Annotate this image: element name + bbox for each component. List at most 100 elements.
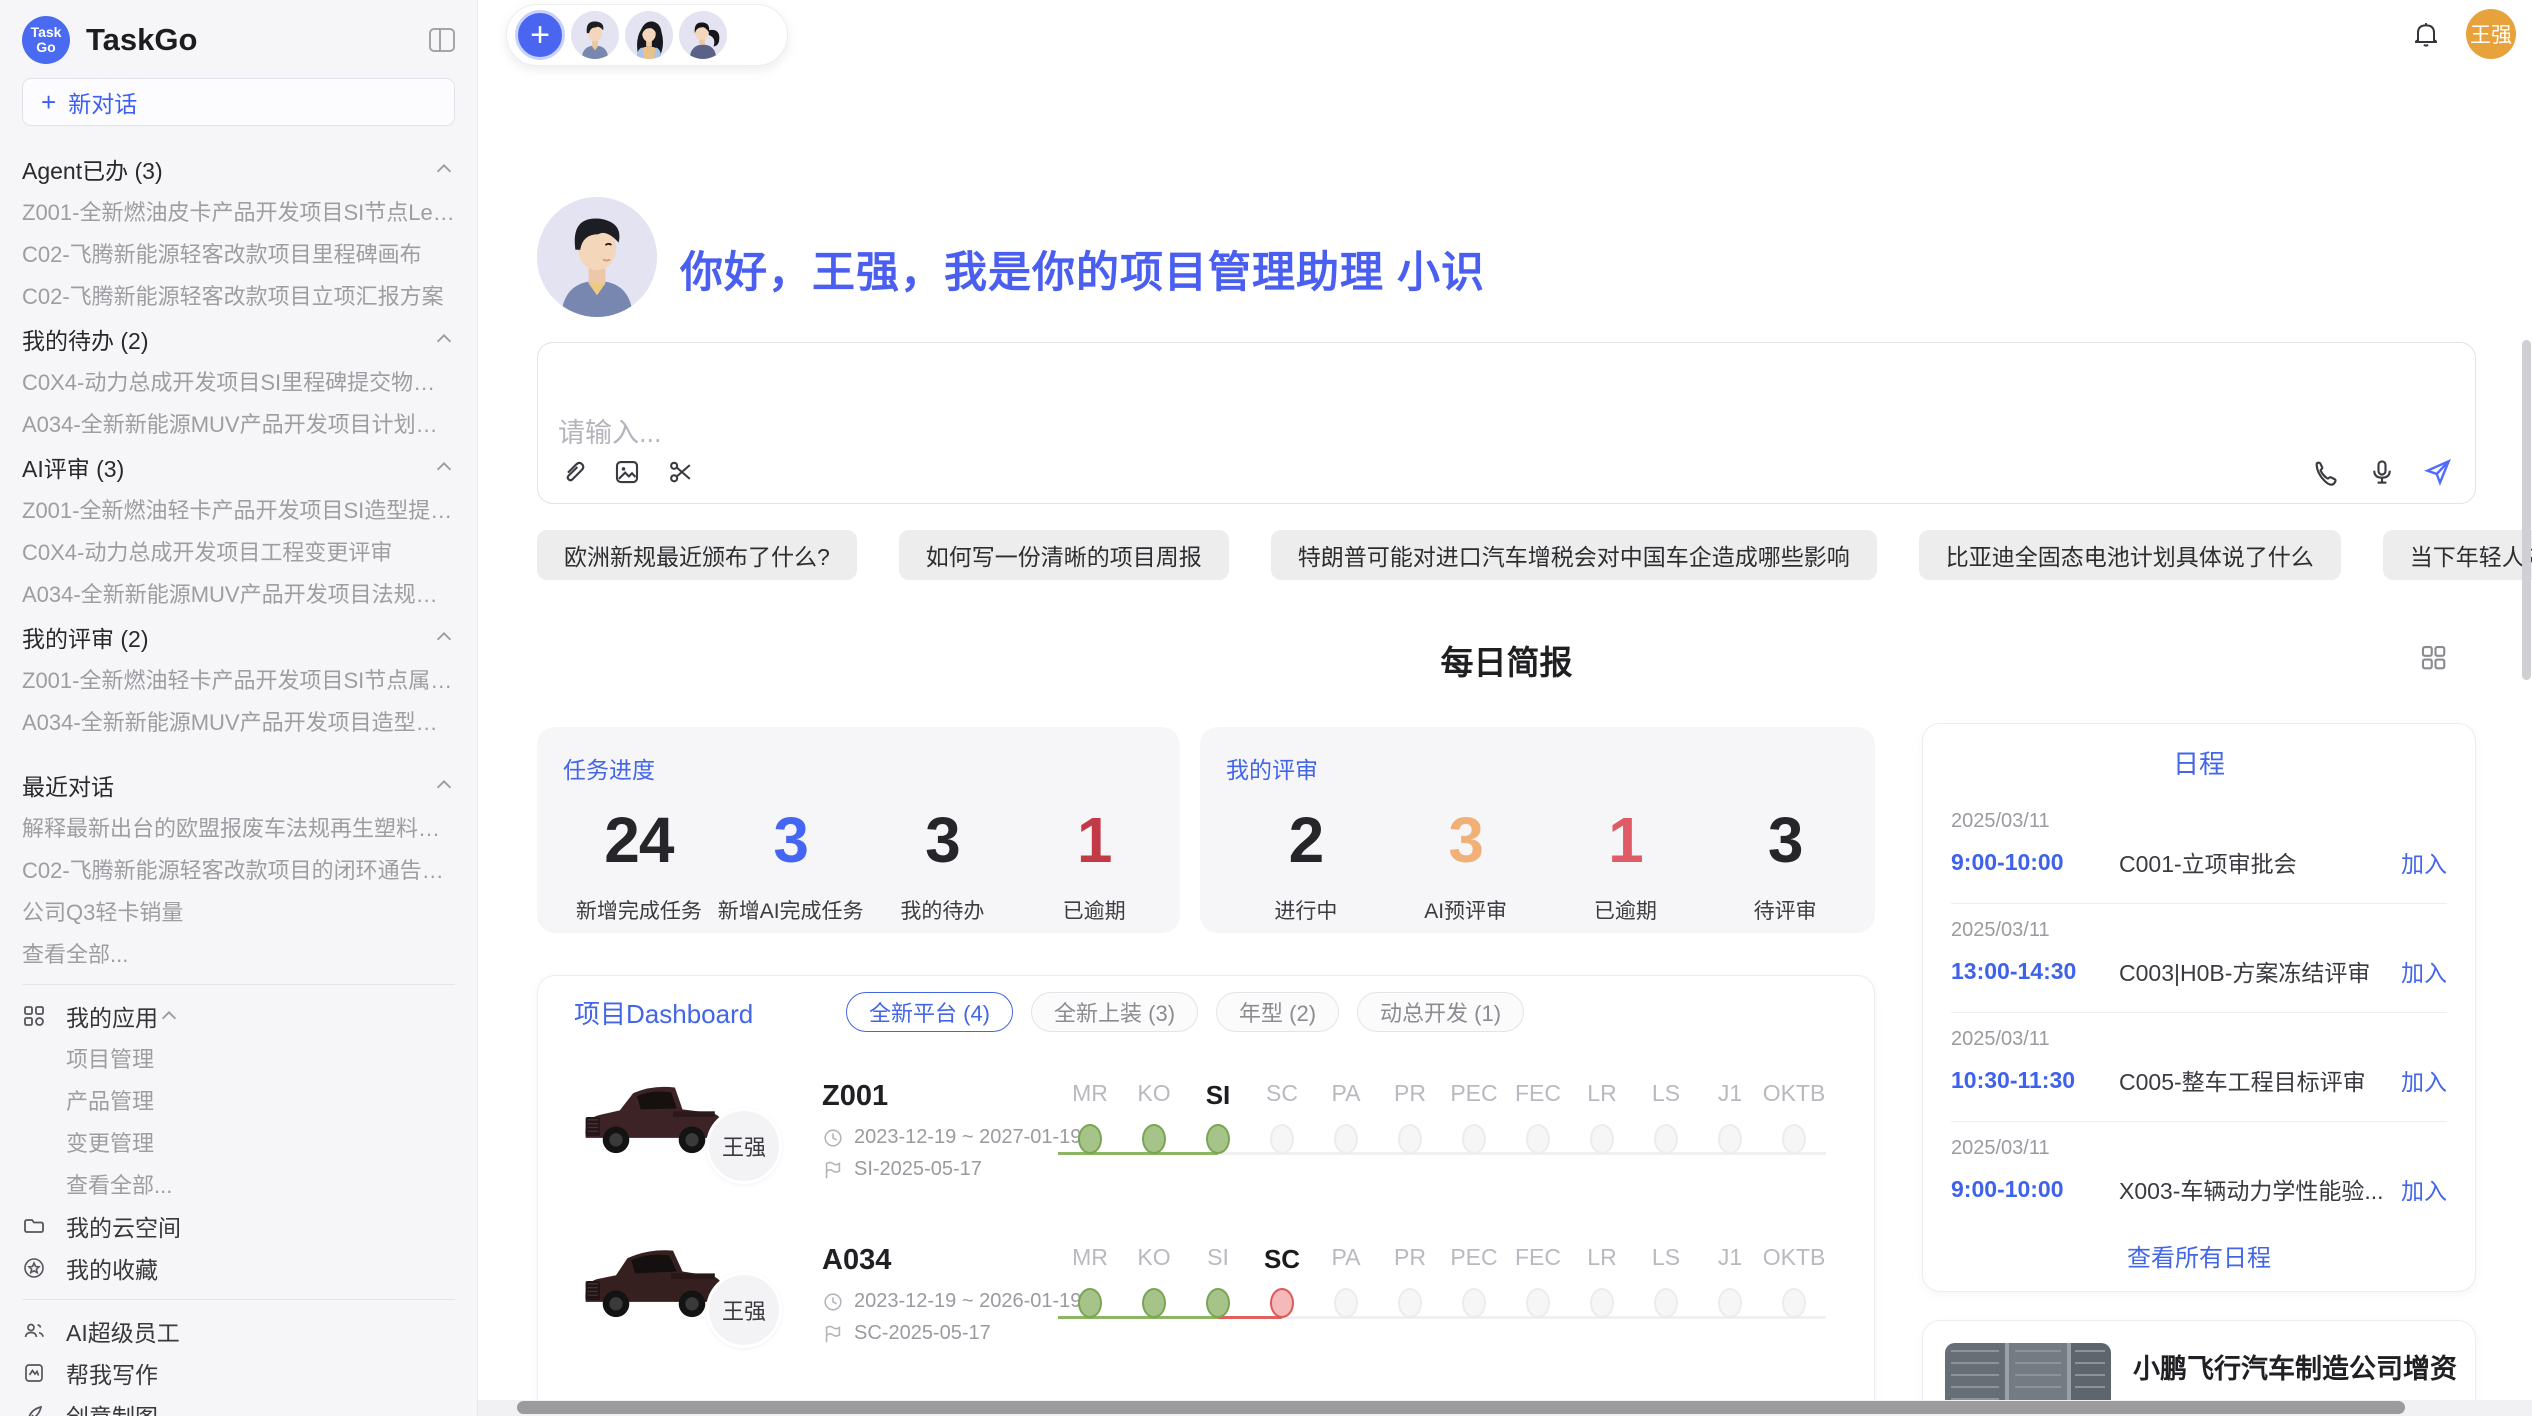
section-recent-chats[interactable]: 最近对话 [22,764,455,806]
list-item[interactable]: Z001-全新燃油轻卡产品开发项目SI节点属性5D文件评审 [22,658,455,700]
user-avatar[interactable]: 王强 [2466,9,2516,59]
write-icon [22,1361,48,1385]
scissors-icon[interactable] [664,455,698,489]
view-all-chats[interactable]: 查看全部... [22,932,455,974]
item-label: C0X4-动力总成开发项目工程变更评审 [22,535,392,567]
list-item[interactable]: C0X4-动力总成开发项目工程变更评审 [22,530,455,572]
list-item[interactable]: A034-全新新能源MUV产品开发项目计划变更表编写 [22,402,455,444]
milestone-pr: PR [1378,1244,1442,1323]
section-agent-done[interactable]: Agent已办 (3) [22,148,455,190]
chevron-up-icon[interactable] [433,626,455,648]
list-item[interactable]: 公司Q3轻卡销量 [22,890,455,932]
new-chat-button[interactable]: + 新对话 [22,78,455,126]
avatar[interactable] [625,11,673,59]
horizontal-scrollbar-thumb[interactable] [517,1401,2405,1414]
sidebar-item-project-mgmt[interactable]: 项目管理 [22,1037,455,1079]
item-label: C02-飞腾新能源轻客改款项目立项汇报方案 [22,279,444,311]
milestone-track: MRKOSISCPAPRPECFECLRLSJ1OKTB [1058,1052,1842,1202]
avatar[interactable] [571,11,619,59]
milestone-dot [1526,1288,1550,1318]
tab-new-platform[interactable]: 全新平台 (4) [846,992,1013,1032]
chevron-up-icon[interactable] [433,774,455,796]
milestone-dot [1206,1288,1230,1318]
project-owner-badge: 王强 [706,1272,782,1348]
milestone-oktb: OKTB [1762,1244,1826,1323]
image-icon[interactable] [610,455,644,489]
sidebar-item-product-mgmt[interactable]: 产品管理 [22,1079,455,1121]
chevron-up-icon[interactable] [158,1005,180,1027]
tab-new-body[interactable]: 全新上装 (3) [1031,992,1198,1032]
milestone-label: MR [1058,1244,1122,1288]
avatar[interactable] [679,11,727,59]
project-row[interactable]: 王强 Z001 2023-12-19 ~ 2027-01-19 SI-2025-… [538,1052,1876,1202]
user-name: 王强 [2470,19,2512,49]
list-item[interactable]: C02-飞腾新能源轻客改款项目立项汇报方案 [22,274,455,316]
stat: 2 进行中 [1226,803,1386,925]
section-my-review[interactable]: 我的评审 (2) [22,616,455,658]
sidebar-item-ai-super-staff[interactable]: AI超级员工 [22,1310,455,1352]
suggestion-chip[interactable]: 欧洲新规最近颁布了什么? [537,530,857,580]
chevron-up-icon[interactable] [433,158,455,180]
section-my-todo[interactable]: 我的待办 (2) [22,318,455,360]
join-link[interactable]: 加入 [2401,845,2447,879]
item-label: 我的收藏 [66,1251,158,1285]
sidebar-item-favorites[interactable]: 我的收藏 [22,1247,455,1289]
join-link[interactable]: 加入 [2401,1063,2447,1097]
stat-value: 3 [867,803,1019,877]
sidebar-item-cloud-space[interactable]: 我的云空间 [22,1205,455,1247]
list-item[interactable]: C02-飞腾新能源轻客改款项目里程碑画布 [22,232,455,274]
card-title: 任务进度 [563,751,1170,785]
list-item[interactable]: Z001-全新燃油皮卡产品开发项目SI节点Lesson Learn报告 [22,190,455,232]
attachment-icon[interactable] [556,455,590,489]
schedule-time: 10:30-11:30 [1951,1067,2119,1094]
collapse-sidebar-icon[interactable] [429,28,455,52]
tab-year-model[interactable]: 年型 (2) [1216,992,1339,1032]
vertical-scrollbar-thumb[interactable] [2522,340,2531,680]
tab-powertrain[interactable]: 动总开发 (1) [1357,992,1524,1032]
sidebar-item-creative-drawing[interactable]: 创意制图 [22,1394,455,1416]
list-item[interactable]: 解释最新出台的欧盟报废车法规再生塑料比例被调至15%... [22,806,455,848]
notification-bell-icon[interactable] [2410,18,2444,52]
milestone-lr: LR [1570,1080,1634,1159]
suggestion-chip[interactable]: 当下年轻人对汽车外观有怎样的喜好趋势 [2383,530,2532,580]
suggestion-chip[interactable]: 比亚迪全固态电池计划具体说了什么 [1919,530,2341,580]
milestone-label: KO [1122,1080,1186,1124]
sidebar-item-my-apps[interactable]: 我的应用 [22,995,455,1037]
join-link[interactable]: 加入 [2401,954,2447,988]
milestone-label: J1 [1698,1080,1762,1124]
list-item[interactable]: Z001-全新燃油轻卡产品开发项目SI造型提交物评审 [22,488,455,530]
sidebar: Task Go TaskGo + 新对话 Agent已办 (3) Z001-全新… [0,0,478,1416]
sidebar-item-change-mgmt[interactable]: 变更管理 [22,1121,455,1163]
clock-icon [822,1127,844,1149]
view-all-apps[interactable]: 查看全部... [22,1163,455,1205]
stat-value: 2 [1226,803,1386,877]
greeting-title: 你好，王强，我是你的项目管理助理 小识 [680,238,1485,300]
suggestion-chip[interactable]: 特朗普可能对进口汽车增税会对中国车企造成哪些影响 [1271,530,1877,580]
microphone-icon[interactable] [2365,455,2399,489]
add-session-button[interactable]: + [515,10,565,60]
item-label: 查看全部... [22,937,128,969]
section-ai-review[interactable]: AI评审 (3) [22,446,455,488]
milestone-dot [1654,1124,1678,1154]
list-item[interactable]: C02-飞腾新能源轻客改款项目的闭环通告反馈情况 [22,848,455,890]
stat-label: 进行中 [1226,895,1386,925]
voice-call-icon[interactable] [2309,455,2343,489]
sidebar-item-help-me-write[interactable]: 帮我写作 [22,1352,455,1394]
composer-placeholder: 请输入... [558,411,662,450]
join-link[interactable]: 加入 [2401,1172,2447,1206]
list-item[interactable]: A034-全新新能源MUV产品开发项目造型可行性评审 [22,700,455,742]
suggestion-chip[interactable]: 如何写一份清晰的项目周报 [899,530,1229,580]
project-row[interactable]: 王强 A034 2023-12-19 ~ 2026-01-19 SC-2025-… [538,1216,1876,1366]
chevron-up-icon[interactable] [433,456,455,478]
stat-label: 我的待办 [867,895,1019,925]
chevron-up-icon[interactable] [433,328,455,350]
milestone-pec: PEC [1442,1080,1506,1159]
list-item[interactable]: C0X4-动力总成开发项目SI里程碑提交物检查 [22,360,455,402]
composer[interactable]: 请输入... [537,342,2476,504]
item-label: 解释最新出台的欧盟报废车法规再生塑料比例被调至15%... [22,811,455,843]
layout-grid-icon[interactable] [2418,642,2448,677]
send-icon[interactable] [2421,455,2455,489]
milestone-label: LS [1634,1244,1698,1288]
list-item[interactable]: A034-全新新能源MUV产品开发项目法规符合性评审 [22,572,455,614]
view-all-schedule-link[interactable]: 查看所有日程 [1923,1238,2475,1273]
